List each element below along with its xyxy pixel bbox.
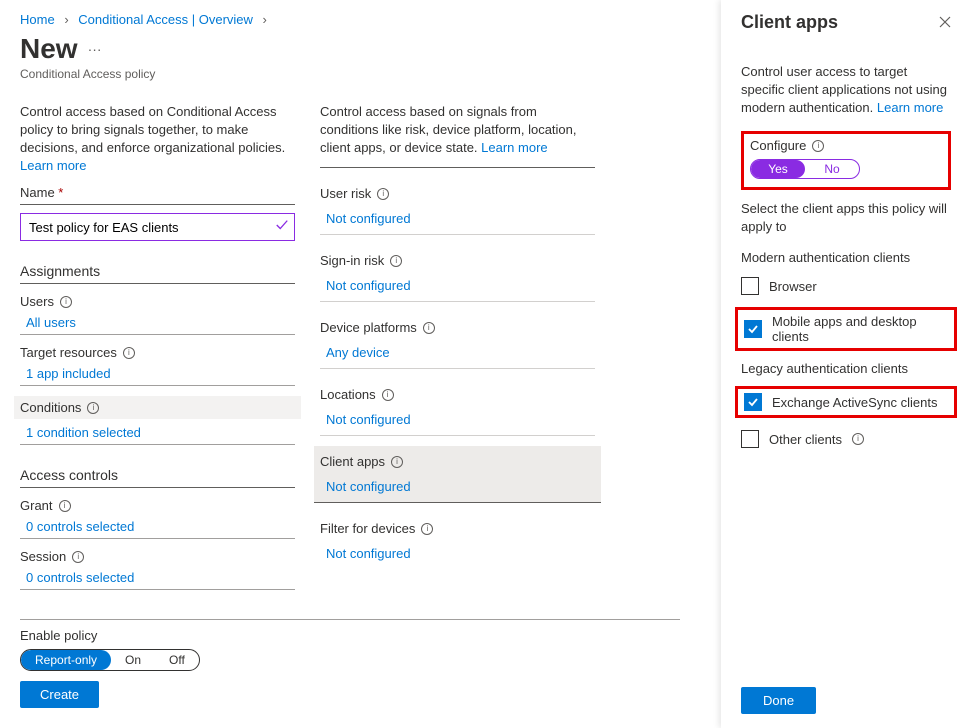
conditions-label[interactable]: Conditions i [14, 396, 301, 419]
session-value[interactable]: 0 controls selected [26, 570, 295, 585]
client-apps-label[interactable]: Client apps i [314, 446, 601, 473]
mobile-desktop-label: Mobile apps and desktop clients [772, 314, 948, 344]
learn-more-link[interactable]: Learn more [877, 100, 943, 115]
create-button[interactable]: Create [20, 681, 99, 708]
column1-description: Control access based on Conditional Acce… [20, 103, 295, 175]
browser-checkbox-row[interactable]: Browser [741, 275, 951, 297]
signin-risk-value[interactable]: Not configured [326, 278, 411, 293]
toggle-report-only[interactable]: Report-only [21, 650, 111, 670]
column2-description: Control access based on signals from con… [320, 103, 595, 157]
info-icon[interactable]: i [390, 255, 402, 267]
grant-label[interactable]: Grant i [20, 498, 295, 513]
modern-auth-heading: Modern authentication clients [741, 250, 951, 265]
session-label[interactable]: Session i [20, 549, 295, 564]
conditions-value[interactable]: 1 condition selected [26, 425, 295, 440]
panel-description: Control user access to target specific c… [741, 63, 951, 117]
select-apps-text: Select the client apps this policy will … [741, 200, 951, 236]
configure-yes[interactable]: Yes [751, 160, 805, 178]
page-subtitle: Conditional Access policy [20, 67, 680, 81]
signin-risk-label[interactable]: Sign-in risk i [320, 245, 595, 272]
legacy-auth-heading: Legacy authentication clients [741, 361, 951, 376]
assignments-heading: Assignments [20, 263, 295, 279]
device-platforms-label[interactable]: Device platforms i [320, 312, 595, 339]
configure-highlight-box: Configure i Yes No [741, 131, 951, 190]
browser-label: Browser [769, 279, 817, 294]
done-button[interactable]: Done [741, 687, 816, 714]
other-clients-label: Other clients [769, 432, 842, 447]
learn-more-link[interactable]: Learn more [20, 158, 86, 173]
info-icon[interactable]: i [59, 500, 71, 512]
target-resources-label[interactable]: Target resources i [20, 345, 295, 360]
device-platforms-value[interactable]: Any device [326, 345, 390, 360]
close-icon[interactable] [939, 15, 951, 31]
checkbox-unchecked-icon[interactable] [741, 430, 759, 448]
chevron-right-icon: › [64, 12, 68, 27]
checkbox-checked-icon[interactable] [744, 320, 762, 338]
info-icon[interactable]: i [812, 140, 824, 152]
panel-title: Client apps [741, 12, 838, 33]
enable-policy-toggle[interactable]: Report-only On Off [20, 649, 200, 671]
breadcrumb: Home › Conditional Access | Overview › [20, 12, 680, 27]
configure-label: Configure i [750, 138, 942, 153]
locations-label[interactable]: Locations i [320, 379, 595, 406]
configure-toggle[interactable]: Yes No [750, 159, 860, 179]
user-risk-value[interactable]: Not configured [326, 211, 411, 226]
info-icon[interactable]: i [60, 296, 72, 308]
users-label[interactable]: Users i [20, 294, 295, 309]
users-value[interactable]: All users [26, 315, 295, 330]
info-icon[interactable]: i [123, 347, 135, 359]
filter-devices-label[interactable]: Filter for devices i [320, 513, 595, 540]
info-icon[interactable]: i [421, 523, 433, 535]
target-resources-value[interactable]: 1 app included [26, 366, 295, 381]
configure-no[interactable]: No [805, 160, 859, 178]
filter-devices-value[interactable]: Not configured [326, 546, 411, 561]
info-icon[interactable]: i [852, 433, 864, 445]
breadcrumb-home[interactable]: Home [20, 12, 55, 27]
checkbox-unchecked-icon[interactable] [741, 277, 759, 295]
client-apps-panel: Client apps Control user access to targe… [721, 0, 971, 728]
user-risk-label[interactable]: User risk i [320, 178, 595, 205]
checkbox-checked-icon[interactable] [744, 393, 762, 411]
eas-label: Exchange ActiveSync clients [772, 395, 937, 410]
locations-value[interactable]: Not configured [326, 412, 411, 427]
other-clients-checkbox-row[interactable]: Other clients i [741, 428, 951, 450]
breadcrumb-conditional-access[interactable]: Conditional Access | Overview [78, 12, 253, 27]
toggle-off[interactable]: Off [155, 650, 199, 670]
info-icon[interactable]: i [382, 389, 394, 401]
info-icon[interactable]: i [391, 456, 403, 468]
name-label: Name [20, 185, 295, 200]
enable-policy-label: Enable policy [20, 628, 680, 643]
info-icon[interactable]: i [423, 322, 435, 334]
more-actions-button[interactable]: ··· [88, 41, 102, 57]
client-apps-value[interactable]: Not configured [326, 479, 411, 494]
info-icon[interactable]: i [377, 188, 389, 200]
access-controls-heading: Access controls [20, 467, 295, 483]
info-icon[interactable]: i [72, 551, 84, 563]
learn-more-link[interactable]: Learn more [481, 140, 547, 155]
mobile-desktop-checkbox-row[interactable]: Mobile apps and desktop clients [735, 307, 957, 351]
name-input[interactable] [20, 213, 295, 241]
toggle-on[interactable]: On [111, 650, 155, 670]
info-icon[interactable]: i [87, 402, 99, 414]
checkmark-icon [275, 218, 289, 235]
eas-checkbox-row[interactable]: Exchange ActiveSync clients [735, 386, 957, 418]
grant-value[interactable]: 0 controls selected [26, 519, 295, 534]
page-title: New [20, 33, 78, 65]
chevron-right-icon: › [263, 12, 267, 27]
